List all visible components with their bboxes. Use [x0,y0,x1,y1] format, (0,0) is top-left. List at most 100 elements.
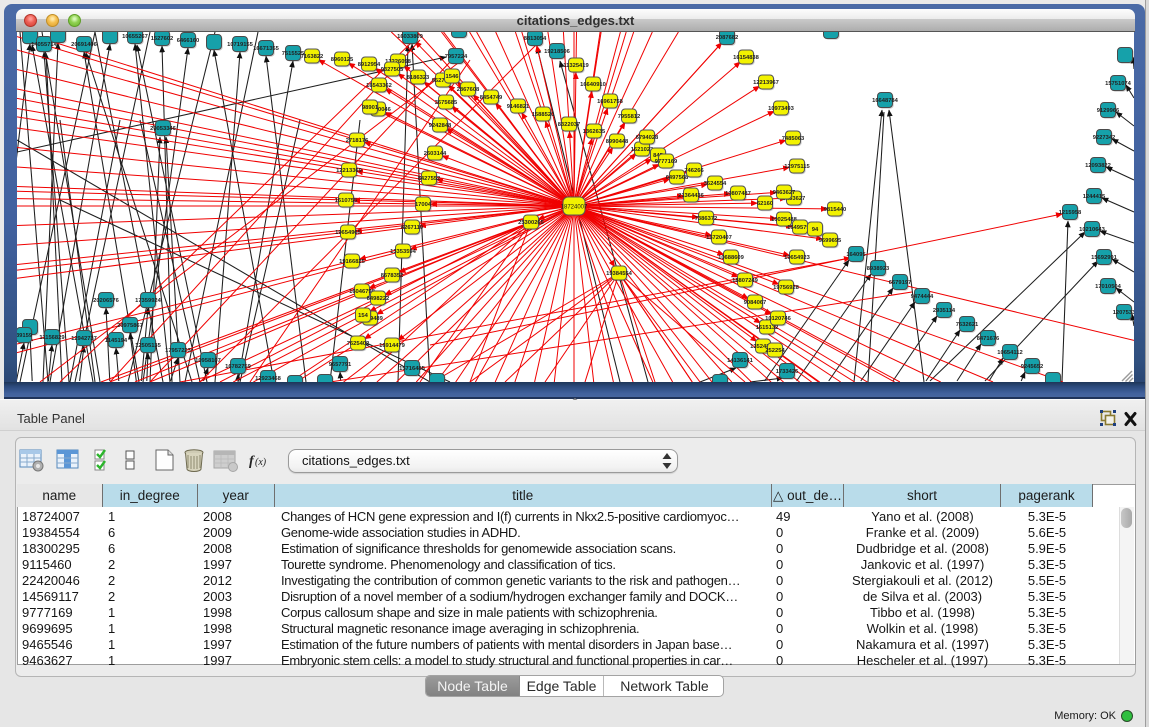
svg-text:10688609: 10688609 [718,255,745,261]
svg-text:17359924: 17359924 [135,298,162,304]
svg-text:8186323: 8186323 [407,75,430,81]
svg-text:6466160: 6466160 [177,38,200,44]
svg-text:39159: 39159 [17,333,33,339]
svg-text:7625402: 7625402 [347,341,370,347]
svg-text:9084067: 9084067 [744,300,767,306]
svg-text:10958107: 10958107 [195,358,221,364]
svg-text:7955812: 7955812 [618,114,641,120]
svg-text:9129966: 9129966 [1097,108,1120,114]
svg-text:7485063: 7485063 [782,136,805,142]
svg-text:20206576: 20206576 [93,298,120,304]
svg-text:7386372: 7386372 [695,216,718,222]
svg-text:1527602: 1527602 [151,36,174,42]
svg-text:9657791: 9657791 [329,362,352,368]
svg-text:16914479: 16914479 [379,343,406,349]
svg-text:20691406: 20691406 [71,42,98,48]
svg-text:1733426: 1733426 [776,369,799,375]
svg-text:746266: 746266 [684,168,704,174]
svg-text:8912954: 8912954 [358,62,381,68]
svg-text:16671355: 16671355 [253,46,280,52]
svg-text:1610755: 1610755 [335,198,358,204]
svg-text:8471676: 8471676 [977,336,1000,342]
svg-text:8678352: 8678352 [381,273,404,279]
svg-text:62160: 62160 [757,201,773,207]
svg-text:7957224: 7957224 [445,54,468,60]
svg-text:1207533: 1207533 [1113,310,1134,316]
svg-text:16782759: 16782759 [225,364,252,370]
svg-text:2935114: 2935114 [933,308,956,314]
svg-text:1215958: 1215958 [1059,210,1082,216]
svg-text:19166825: 19166825 [339,259,366,265]
svg-text:17010504: 17010504 [1095,284,1122,290]
svg-text:12975115: 12975115 [784,164,810,170]
svg-text:8813054: 8813054 [524,36,547,42]
svg-text:15720407: 15720407 [706,235,732,241]
svg-text:9699695: 9699695 [819,238,842,244]
svg-text:16640910: 16640910 [580,82,606,88]
svg-text:2087682: 2087682 [716,35,739,41]
svg-text:10719155: 10719155 [227,42,254,48]
svg-text:11325419: 11325419 [563,63,589,69]
svg-text:2867608: 2867608 [457,87,480,93]
svg-text:9227342: 9227342 [1093,135,1116,141]
svg-text:15751074: 15751074 [1105,81,1132,87]
svg-text:94: 94 [812,227,819,233]
svg-text:154: 154 [358,313,368,319]
svg-text:18807249: 18807249 [732,278,759,284]
svg-text:8938923: 8938923 [867,266,890,272]
svg-text:1588520: 1588520 [532,112,555,118]
svg-text:9242848: 9242848 [429,123,452,129]
svg-text:7632621: 7632621 [956,322,979,328]
svg-text:1546: 1546 [446,74,460,80]
svg-text:6497568: 6497568 [666,175,689,181]
svg-text:9146821: 9146821 [507,104,530,110]
svg-text:6679197: 6679197 [889,280,912,286]
svg-text:252254: 252254 [765,348,785,354]
svg-text:3675685: 3675685 [435,100,458,106]
svg-text:19384554: 19384554 [606,271,633,277]
svg-text:17957223: 17957223 [165,348,192,354]
svg-text:15716485: 15716485 [399,366,426,372]
svg-text:16033809: 16033809 [397,34,424,40]
svg-text:13353594: 13353594 [390,249,417,255]
svg-text:8454749: 8454749 [480,95,503,101]
svg-text:10654112: 10654112 [997,350,1022,356]
svg-text:12505135: 12505135 [135,343,162,349]
svg-text:16154838: 16154838 [733,55,760,61]
svg-text:15692991: 15692991 [1091,255,1118,261]
svg-text:17004: 17004 [415,202,432,208]
svg-text:20975867: 20975867 [117,323,143,329]
svg-text:98901: 98901 [362,105,379,111]
svg-text:2603144: 2603144 [424,151,447,157]
svg-text:8960125: 8960125 [331,57,354,63]
svg-text:9474444: 9474444 [911,294,934,300]
svg-text:7163822: 7163822 [301,54,324,60]
svg-text:1621022: 1621022 [631,147,654,153]
svg-text:1362635: 1362635 [583,129,606,135]
svg-text:11156829: 11156829 [39,335,65,341]
svg-text:18724007: 18724007 [561,205,588,211]
svg-text:19654923: 19654923 [784,255,811,261]
svg-text:(x): (x) [255,457,267,468]
svg-text:12213369: 12213369 [336,168,363,174]
svg-text:9777169: 9777169 [655,159,678,165]
svg-text:10120746: 10120746 [765,316,792,322]
svg-text:3624554: 3624554 [704,181,727,187]
svg-text:10973493: 10973493 [768,106,795,112]
svg-text:9815440: 9815440 [824,207,847,213]
svg-text:164095: 164095 [846,252,866,258]
svg-text:9463627: 9463627 [773,190,796,196]
svg-text:20053346: 20053346 [150,126,177,132]
svg-text:16961758: 16961758 [597,99,624,105]
svg-text:8498222: 8498222 [367,296,390,302]
svg-text:12213967: 12213967 [753,80,779,86]
svg-text:1244415: 1244415 [1083,194,1106,200]
svg-text:8990448: 8990448 [606,139,629,145]
svg-text:6794028: 6794028 [636,135,659,141]
svg-text:14136141: 14136141 [727,358,754,364]
svg-text:19218506: 19218506 [544,49,571,55]
svg-text:10210643: 10210643 [1079,227,1106,233]
svg-text:19654965: 19654965 [335,230,362,236]
svg-text:10655267: 10655267 [122,34,148,40]
svg-text:8427552: 8427552 [418,176,441,182]
